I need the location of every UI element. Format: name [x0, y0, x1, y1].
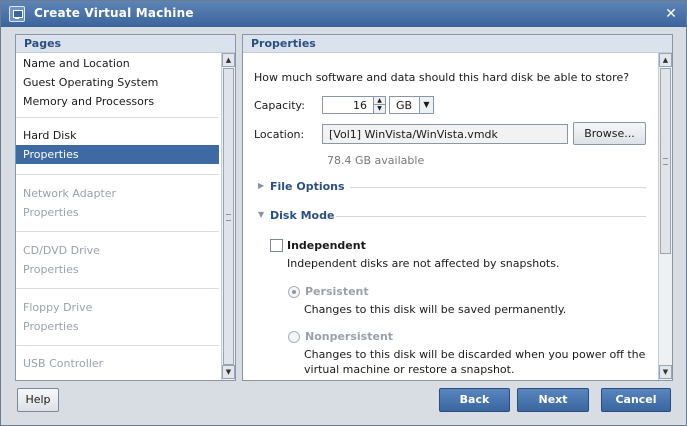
properties-panel: Properties How much software and data sh… [242, 34, 673, 381]
page-item[interactable]: Name and Location [16, 54, 219, 73]
nonpersistent-description: Changes to this disk will be discarded w… [304, 348, 646, 361]
pages-panel: Pages Name and Location Guest Operating S… [15, 34, 236, 381]
page-item: CD/DVD Drive [23, 244, 100, 257]
cancel-button[interactable]: Cancel [601, 388, 671, 412]
browse-button[interactable]: Browse... [573, 122, 646, 145]
page-item[interactable]: Properties [16, 145, 219, 164]
page-item: USB Controller [23, 357, 104, 370]
page-item[interactable]: Hard Disk [16, 126, 219, 145]
properties-scrollbar[interactable]: ▲ ▼ [658, 53, 672, 380]
nonpersistent-description-cont: virtual machine or restore a snapshot. [304, 363, 515, 376]
scroll-up-icon[interactable]: ▲ [659, 53, 672, 67]
page-group: Floppy Drive Properties [16, 289, 219, 346]
page-item: Properties [23, 206, 79, 219]
nonpersistent-label[interactable]: Nonpersistent [305, 330, 393, 343]
nonpersistent-radio[interactable] [288, 331, 300, 343]
back-button[interactable]: Back [439, 388, 510, 412]
page-item[interactable]: Guest Operating System [16, 73, 219, 92]
disk-mode-label[interactable]: Disk Mode [270, 209, 334, 222]
page-item: Network Adapter [23, 187, 117, 200]
pages-scrollbar[interactable]: ▲ ▼ [221, 53, 235, 380]
spinner-down-icon[interactable]: ▼ [373, 105, 385, 113]
title-bar: Create Virtual Machine ✕ [1, 1, 686, 27]
vm-window-icon [9, 6, 25, 22]
pages-scroll-thumb[interactable] [223, 68, 234, 365]
capacity-unit-select[interactable]: GB ▼ [389, 96, 434, 114]
spinner-up-icon[interactable]: ▲ [373, 97, 385, 105]
page-item: Floppy Drive [23, 301, 93, 314]
persistent-description: Changes to this disk will be saved perma… [304, 303, 567, 316]
location-label: Location: [254, 128, 305, 141]
properties-scroll-thumb[interactable] [660, 68, 671, 254]
independent-checkbox[interactable] [270, 239, 283, 252]
file-options-label[interactable]: File Options [270, 180, 345, 193]
capacity-question: How much software and data should this h… [254, 71, 630, 84]
capacity-spinner[interactable]: 16 ▲ ▼ [322, 96, 386, 114]
persistent-radio[interactable] [288, 286, 300, 298]
chevron-down-icon[interactable]: ▼ [419, 97, 433, 113]
pages-header: Pages [16, 35, 235, 53]
capacity-value[interactable]: 16 [353, 99, 367, 112]
scroll-down-icon[interactable]: ▼ [659, 365, 672, 379]
location-field[interactable]: [Vol1] WinVista/WinVista.vmdk [322, 124, 568, 144]
page-group: Hard Disk Properties [16, 118, 219, 175]
section-divider [336, 216, 646, 217]
capacity-label: Capacity: [254, 99, 305, 112]
capacity-unit-value: GB [396, 99, 413, 112]
page-item: Properties [23, 263, 79, 276]
page-item: Properties [23, 320, 79, 333]
section-divider [350, 187, 646, 188]
page-group: USB Controller [16, 346, 219, 380]
collapse-triangle-icon[interactable]: ▼ [258, 210, 264, 219]
properties-header: Properties [243, 35, 672, 53]
scroll-down-icon[interactable]: ▼ [222, 365, 235, 379]
scroll-up-icon[interactable]: ▲ [222, 53, 235, 67]
window-title: Create Virtual Machine [34, 6, 194, 20]
available-space: 78.4 GB available [327, 154, 425, 167]
page-group: CD/DVD Drive Properties [16, 232, 219, 289]
independent-description: Independent disks are not affected by sn… [287, 257, 560, 270]
close-icon[interactable]: ✕ [663, 6, 679, 22]
persistent-label[interactable]: Persistent [305, 285, 369, 298]
page-group: Name and Location Guest Operating System M… [16, 53, 219, 118]
help-button[interactable]: Help [17, 388, 59, 412]
independent-label[interactable]: Independent [287, 239, 366, 252]
next-button[interactable]: Next [517, 388, 589, 412]
pages-list: Name and Location Guest Operating System M… [16, 53, 219, 380]
properties-content: How much software and data should this h… [243, 53, 656, 380]
expand-triangle-icon[interactable]: ▶ [258, 181, 264, 190]
page-group: Network Adapter Properties [16, 175, 219, 232]
page-item[interactable]: Memory and Processors [16, 92, 219, 111]
create-vm-dialog: Create Virtual Machine ✕ Pages Name and … [0, 0, 687, 426]
